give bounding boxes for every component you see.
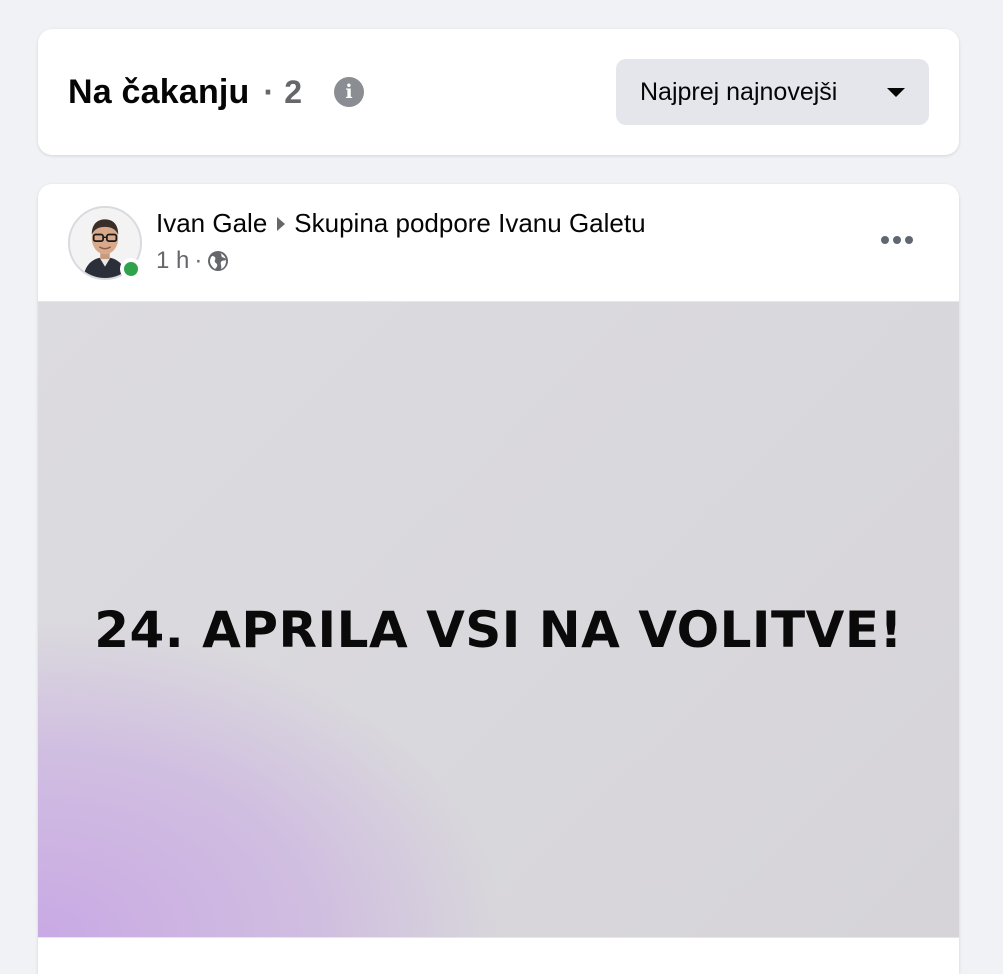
more-horizontal-icon-dot	[905, 236, 913, 244]
more-horizontal-icon-dot	[893, 236, 901, 244]
post-card: Ivan Gale Skupina podpore Ivanu Galetu 1…	[38, 184, 959, 974]
page-title: Na čakanju	[68, 72, 250, 111]
post-timestamp[interactable]: 1 h	[156, 247, 189, 275]
header-title-group: Na čakanju · 2 i	[68, 73, 364, 112]
post-meta: Ivan Gale Skupina podpore Ivanu Galetu 1…	[156, 208, 646, 275]
time-separator: ·	[194, 247, 203, 274]
post-footer	[38, 937, 959, 974]
author-link[interactable]: Ivan Gale	[156, 208, 267, 239]
caret-down-icon	[887, 87, 905, 97]
arrow-right-icon	[277, 216, 286, 231]
post-header: Ivan Gale Skupina podpore Ivanu Galetu 1…	[38, 184, 959, 301]
post-time-line: 1 h ·	[156, 247, 646, 275]
sort-label: Najprej najnovejši	[640, 77, 838, 106]
title-separator: ·	[263, 73, 275, 110]
post-text-background: 24. APRILA VSI NA VOLITVE!	[38, 301, 959, 937]
online-status-dot	[120, 258, 142, 280]
sort-dropdown-button[interactable]: Najprej najnovejši	[616, 59, 929, 125]
post-image-text: 24. APRILA VSI NA VOLITVE!	[94, 600, 903, 659]
more-horizontal-icon-dot	[881, 236, 889, 244]
globe-icon	[208, 251, 229, 271]
info-icon[interactable]: i	[333, 77, 364, 107]
pending-count: 2	[284, 73, 302, 110]
post-author-line: Ivan Gale Skupina podpore Ivanu Galetu	[156, 208, 646, 239]
group-link[interactable]: Skupina podpore Ivanu Galetu	[294, 208, 645, 239]
more-options-button[interactable]	[875, 222, 919, 258]
pending-header-card: Na čakanju · 2 i Najprej najnovejši	[38, 29, 959, 155]
